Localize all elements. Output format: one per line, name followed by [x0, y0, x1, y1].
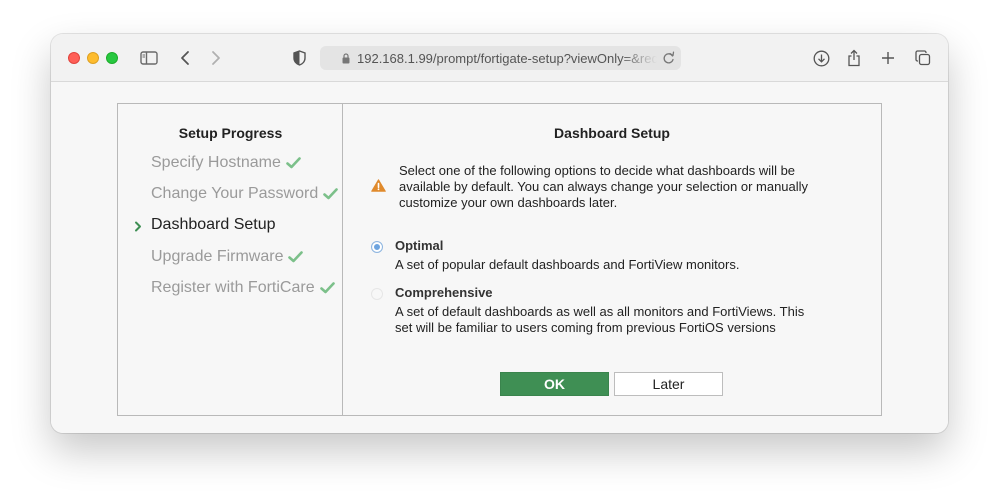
browser-toolbar: 192.168.1.99/prompt/fortigate-setup?view… [51, 34, 948, 82]
later-button[interactable]: Later [614, 372, 723, 396]
sidebar-toggle-icon[interactable] [139, 46, 159, 70]
panel-title: Dashboard Setup [554, 125, 670, 141]
forward-arrow-icon[interactable] [209, 46, 223, 70]
info-message: Select one of the following options to d… [371, 163, 831, 211]
zoom-window-button[interactable] [106, 52, 118, 64]
checkmark-icon [323, 188, 339, 200]
option-label: Comprehensive [395, 285, 493, 300]
step-specify-hostname: Specify Hostname [151, 154, 301, 172]
step-label: Change Your Password [151, 185, 319, 202]
download-icon[interactable] [812, 46, 830, 70]
dashboard-setup-panel: Dashboard Setup Select one of the follow… [343, 104, 881, 415]
step-label: Register with FortiCare [151, 279, 315, 296]
step-register-forticare: Register with FortiCare [151, 279, 335, 297]
checkmark-icon [288, 251, 304, 263]
sidebar-title: Setup Progress [178, 125, 283, 141]
step-label: Upgrade Firmware [151, 248, 284, 265]
setup-dialog: Setup Progress Specify Hostname Change Y… [117, 103, 882, 416]
step-label: Specify Hostname [151, 154, 281, 171]
checkmark-icon [286, 157, 301, 169]
chevron-right-icon [134, 219, 142, 237]
share-icon[interactable] [846, 46, 862, 70]
step-upgrade-firmware: Upgrade Firmware [151, 248, 304, 266]
minimize-window-button[interactable] [87, 52, 99, 64]
setup-progress-sidebar: Setup Progress Specify Hostname Change Y… [118, 104, 343, 415]
ok-button[interactable]: OK [500, 372, 609, 396]
step-dashboard-setup: Dashboard Setup [135, 216, 276, 234]
close-window-button[interactable] [68, 52, 80, 64]
option-description: A set of popular default dashboards and … [395, 257, 740, 272]
address-bar[interactable]: 192.168.1.99/prompt/fortigate-setup?view… [320, 46, 681, 70]
option-comprehensive[interactable]: Comprehensive A set of default dashboard… [371, 285, 811, 336]
tab-overview-icon[interactable] [914, 46, 932, 70]
warning-icon [371, 179, 386, 197]
reload-icon[interactable] [662, 51, 675, 68]
optimal-radio[interactable] [371, 241, 383, 253]
option-optimal[interactable]: Optimal A set of popular default dashboa… [371, 238, 811, 273]
option-description: A set of default dashboards as well as a… [395, 304, 805, 335]
step-label: Dashboard Setup [151, 216, 276, 233]
checkmark-icon [319, 282, 335, 294]
back-arrow-icon[interactable] [178, 46, 192, 70]
comprehensive-radio[interactable] [371, 288, 383, 300]
new-tab-icon[interactable] [880, 46, 896, 70]
shield-icon[interactable] [291, 46, 307, 70]
page-content: Setup Progress Specify Hostname Change Y… [51, 83, 948, 433]
browser-window: 192.168.1.99/prompt/fortigate-setup?view… [51, 34, 948, 433]
lock-icon [342, 52, 350, 67]
step-change-password: Change Your Password [151, 185, 339, 203]
option-label: Optimal [395, 238, 444, 253]
url-text: 192.168.1.99/prompt/fortigate-setup?view… [357, 50, 657, 66]
info-text: Select one of the following options to d… [399, 163, 809, 210]
